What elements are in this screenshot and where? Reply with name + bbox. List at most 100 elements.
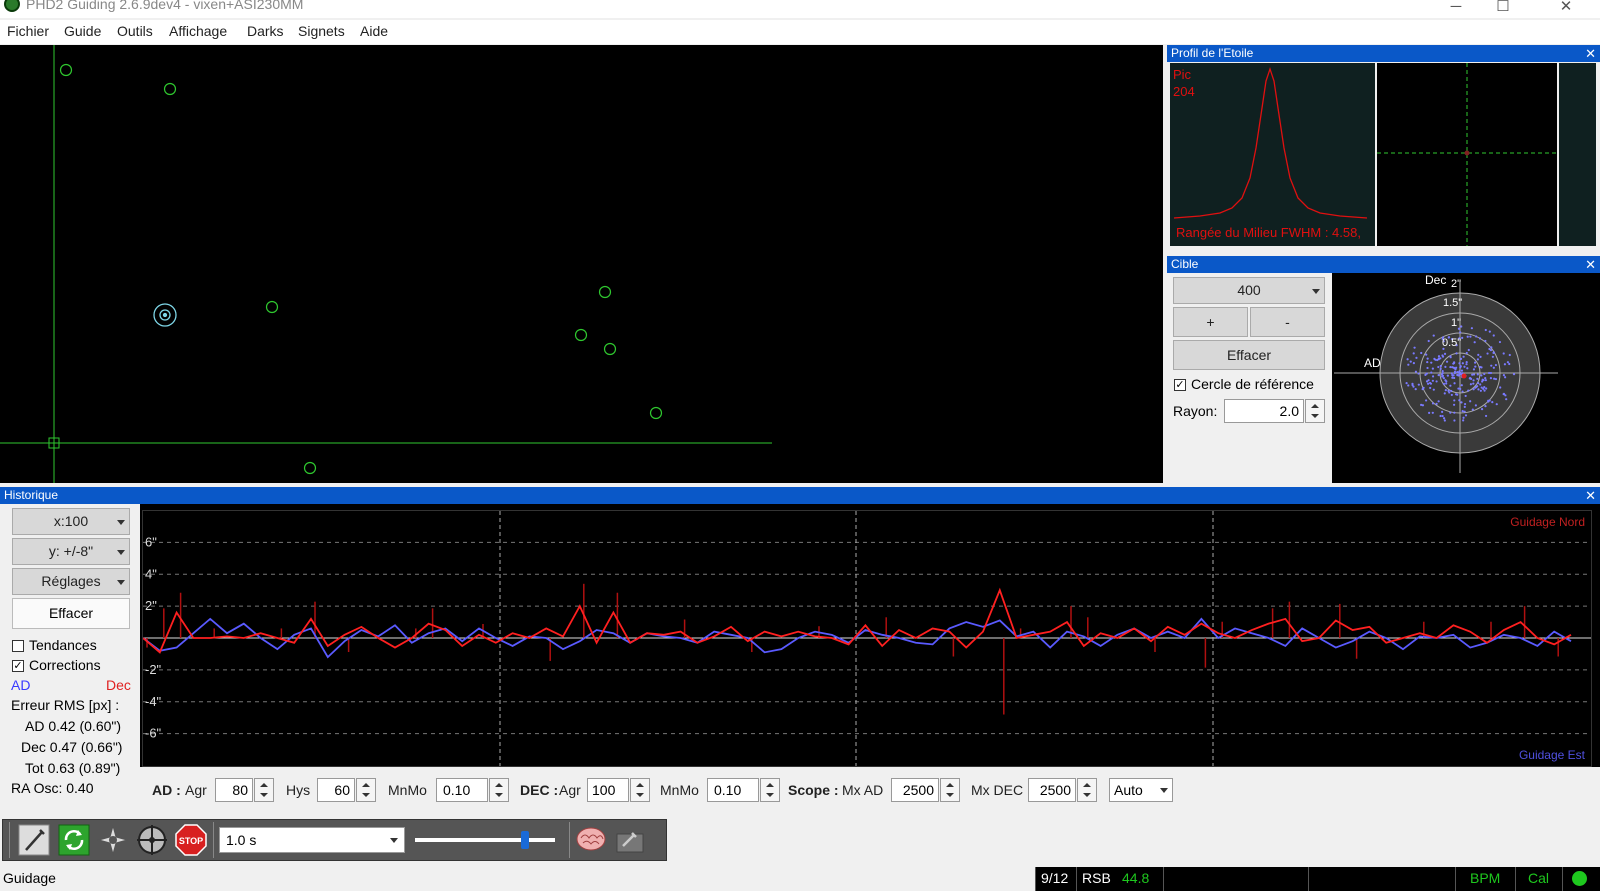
target-zoom-out-button[interactable]: -: [1250, 307, 1325, 337]
slider-thumb[interactable]: [520, 831, 529, 849]
guide-crosshair-icon[interactable]: [136, 824, 168, 856]
radius-input[interactable]: 2.0: [1224, 399, 1304, 423]
maximize-button[interactable]: ☐: [1480, 0, 1526, 18]
corrections-checkbox[interactable]: ✓: [12, 660, 24, 672]
menu-outils[interactable]: Outils: [117, 23, 153, 39]
menu-fichier[interactable]: Fichier: [7, 23, 49, 39]
ad-mnmo-spinner[interactable]: [489, 778, 509, 802]
target-zoom-in-button[interactable]: +: [1173, 307, 1248, 337]
mx-dec-spinner[interactable]: [1077, 778, 1097, 802]
target-point: [1450, 372, 1453, 375]
history-close-button[interactable]: ✕: [1585, 487, 1596, 504]
trends-checkbox[interactable]: [12, 640, 24, 652]
menu-affichage[interactable]: Affichage: [169, 23, 227, 39]
loupe-icon[interactable]: [18, 824, 50, 856]
loop-icon[interactable]: [58, 824, 90, 856]
target-point: [1460, 384, 1463, 387]
target-point: [1452, 403, 1456, 406]
target-point: [1455, 352, 1458, 355]
target-point: [1479, 389, 1482, 392]
dec-agr-spinner[interactable]: [630, 778, 650, 802]
dec-agr-input[interactable]: 100: [587, 778, 629, 802]
camera-view[interactable]: [0, 45, 1163, 483]
target-point: [1464, 394, 1467, 398]
status-frames: 9/12: [1041, 870, 1069, 886]
tools-icon[interactable]: [614, 824, 646, 856]
hys-spinner[interactable]: [356, 778, 376, 802]
target-point: [1461, 390, 1464, 393]
mx-ad-input[interactable]: 2500: [891, 778, 939, 802]
stop-icon[interactable]: STOP: [175, 824, 207, 856]
menu-signets[interactable]: Signets: [298, 23, 345, 39]
menu-guide[interactable]: Guide: [64, 23, 101, 39]
target-point: [1426, 360, 1429, 364]
target-point: [1463, 402, 1467, 406]
minimize-button[interactable]: ─: [1433, 0, 1479, 18]
dec-mnmo-input[interactable]: 0.10: [707, 778, 759, 802]
target-point: [1498, 340, 1502, 344]
target-point: [1473, 341, 1476, 344]
target-point: [1453, 361, 1456, 364]
brain-icon[interactable]: [575, 824, 607, 856]
status-bpm: BPM: [1470, 870, 1501, 886]
reference-circle-checkbox[interactable]: ✓: [1174, 379, 1186, 391]
x-scale-dropdown[interactable]: x:100: [12, 508, 130, 535]
target-point: [1443, 392, 1446, 395]
svg-text:STOP: STOP: [179, 836, 203, 846]
target-point: [1462, 355, 1465, 358]
target-ad-axis-label: AD: [1364, 356, 1381, 370]
target-point: [1465, 351, 1468, 355]
target-zoom-dropdown[interactable]: 400: [1173, 277, 1325, 304]
history-clear-button[interactable]: Effacer: [12, 598, 130, 629]
dec-mnmo-spinner[interactable]: [760, 778, 780, 802]
mx-ad-spinner[interactable]: [940, 778, 960, 802]
target-point: [1454, 393, 1458, 396]
ad-agr-spinner[interactable]: [254, 778, 274, 802]
target-point: [1450, 389, 1453, 393]
y-tick-label: -6": [145, 726, 162, 741]
hys-input[interactable]: 60: [317, 778, 355, 802]
target-point: [1504, 376, 1507, 379]
target-point: [1458, 399, 1461, 402]
target-point: [1420, 351, 1423, 355]
radius-spinner[interactable]: [1305, 399, 1325, 423]
star-profile-close-button[interactable]: ✕: [1585, 45, 1596, 62]
target-point: [1463, 410, 1466, 413]
history-graph[interactable]: 6" 4" 2" -2" -4" -6" Guidage Nord Guidage Est: [142, 510, 1592, 767]
auto-select-star-icon[interactable]: [97, 824, 129, 856]
peak-label: Pic: [1173, 67, 1192, 82]
history-title: Historique: [0, 487, 1600, 504]
ring-label-0-5: 0.5": [1442, 337, 1462, 349]
target-point: [1487, 371, 1491, 375]
target-point: [1485, 387, 1488, 390]
ad-mnmo-label: MnMo: [388, 782, 427, 798]
ad-mnmo-input[interactable]: 0.10: [436, 778, 488, 802]
target-point: [1432, 388, 1435, 391]
menu-aide[interactable]: Aide: [360, 23, 388, 39]
mx-dec-input[interactable]: 2500: [1028, 778, 1076, 802]
y-scale-dropdown[interactable]: y: +/-8": [12, 538, 130, 565]
dec-mode-dropdown[interactable]: Auto: [1109, 778, 1173, 802]
target-point: [1431, 402, 1435, 405]
target-point: [1465, 363, 1468, 366]
settings-dropdown[interactable]: Réglages: [12, 568, 130, 595]
target-point: [1407, 363, 1410, 366]
target-point: [1431, 367, 1434, 370]
gamma-slider[interactable]: [411, 827, 561, 853]
target-clear-button[interactable]: Effacer: [1173, 340, 1325, 370]
target-point: [1435, 380, 1438, 383]
menu-darks[interactable]: Darks: [247, 23, 284, 39]
target-zoom-value: 400: [1237, 282, 1261, 298]
target-point: [1449, 384, 1452, 387]
target-point: [1484, 339, 1487, 343]
ad-agr-input[interactable]: 80: [215, 778, 253, 802]
ring-label-1: 1": [1451, 317, 1462, 329]
star-profile-side: [1559, 63, 1596, 246]
target-point: [1466, 335, 1469, 338]
target-point: [1459, 357, 1463, 360]
target-point: [1427, 339, 1430, 343]
y-tick-label: 6": [145, 534, 157, 549]
target-close-button[interactable]: ✕: [1585, 256, 1596, 273]
close-window-button[interactable]: ✕: [1543, 0, 1589, 18]
exposure-dropdown[interactable]: 1.0 s: [219, 827, 405, 853]
